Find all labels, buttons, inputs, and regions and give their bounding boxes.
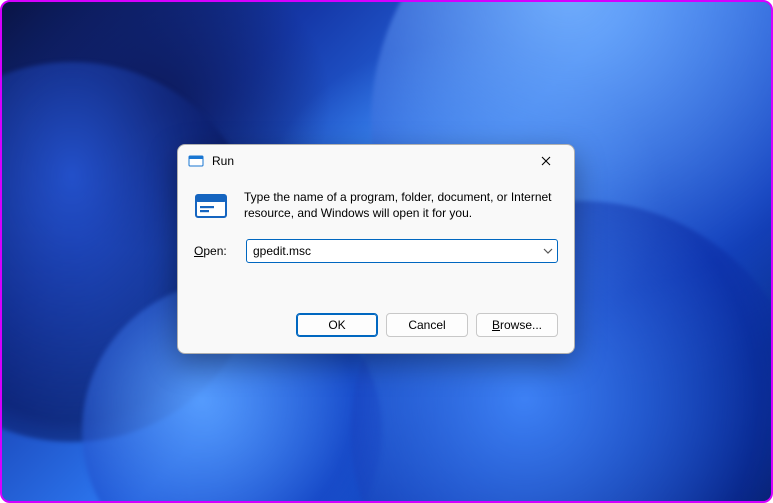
button-row: OK Cancel Browse... xyxy=(178,299,574,353)
close-icon xyxy=(541,156,551,166)
cancel-button[interactable]: Cancel xyxy=(386,313,468,337)
run-dialog: Run Type the name of a program, folder, … xyxy=(177,144,575,354)
dialog-body: Type the name of a program, folder, docu… xyxy=(178,177,574,227)
desktop-wallpaper: Run Type the name of a program, folder, … xyxy=(0,0,773,503)
run-app-icon xyxy=(194,191,230,223)
ok-button[interactable]: OK xyxy=(296,313,378,337)
open-combobox[interactable] xyxy=(246,239,558,263)
chevron-down-icon xyxy=(543,248,553,254)
open-row: Open: xyxy=(178,227,574,263)
open-input[interactable] xyxy=(247,240,539,262)
combobox-dropdown-button[interactable] xyxy=(539,248,557,254)
close-button[interactable] xyxy=(524,146,568,176)
titlebar[interactable]: Run xyxy=(178,145,574,177)
dialog-description: Type the name of a program, folder, docu… xyxy=(244,189,558,223)
browse-button[interactable]: Browse... xyxy=(476,313,558,337)
dialog-title: Run xyxy=(212,154,524,168)
run-title-icon xyxy=(188,153,204,169)
open-label: Open: xyxy=(194,244,236,258)
